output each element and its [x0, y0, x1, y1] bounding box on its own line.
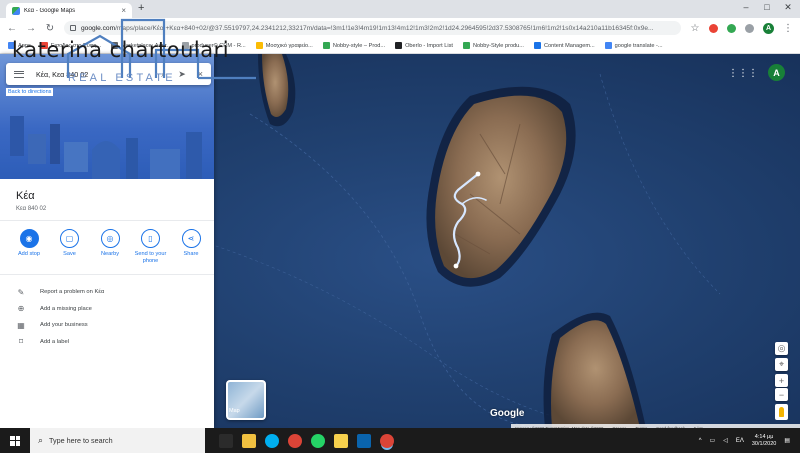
tab-title: Κέα - Google Maps [24, 7, 76, 14]
bookmark-label: Nobby-style – Prod... [332, 42, 386, 49]
back-arrow-icon[interactable]: ← [7, 23, 17, 34]
bookmark-label: Content Managem... [543, 42, 595, 49]
star-icon[interactable]: ☆ [690, 23, 700, 34]
file-explorer-icon[interactable] [242, 433, 256, 448]
add-place-icon: ⊕ [17, 304, 25, 314]
place-address: Κεα 840 02 [16, 206, 47, 212]
taskbar-apps [205, 433, 394, 448]
bookmark-favicon-icon [395, 42, 403, 49]
task-view-icon[interactable] [219, 433, 233, 448]
sticky-notes-icon[interactable] [334, 433, 348, 448]
bookmark-favicon-icon [462, 42, 470, 49]
watermark-title: katerina chartoulari [12, 38, 230, 62]
place-title: Κέα [16, 190, 35, 202]
action-label: Save [63, 251, 76, 257]
taskbar-search[interactable]: ⌕ Type here to search [30, 428, 205, 453]
phone-icon: ▯ [141, 229, 160, 248]
new-tab-button[interactable]: + [138, 2, 144, 14]
report-problem-item[interactable]: ✎ Report a problem on Κέα [16, 284, 206, 301]
windows-logo-icon [10, 435, 20, 446]
apps-grid-icon[interactable]: ⋮⋮⋮ [728, 68, 758, 79]
extension-icon[interactable] [709, 23, 718, 33]
pencil-icon: ✎ [17, 287, 25, 297]
bookmark-favicon-icon [322, 42, 330, 49]
profile-avatar[interactable]: A [763, 22, 774, 34]
back-to-directions-link[interactable]: Back to directions [6, 88, 54, 96]
clock-time: 4:14 μμ [754, 433, 774, 440]
save-button[interactable]: ▢ Save [51, 229, 89, 265]
bookmark-item[interactable]: google translate -... [604, 42, 663, 49]
add-stop-icon: ◉ [19, 229, 39, 248]
business-icon: ▦ [17, 320, 25, 330]
chrome-active-icon[interactable] [380, 433, 394, 448]
menu-icon[interactable] [14, 70, 24, 78]
bookmark-item[interactable]: Content Managem... [533, 42, 595, 49]
add-missing-place-item[interactable]: ⊕ Add a missing place [16, 301, 206, 318]
bookmark-label: Μοσχικό γραφείο... [265, 42, 313, 49]
maximize-button[interactable]: □ [757, 2, 777, 12]
reload-icon[interactable]: ↻ [45, 23, 55, 34]
volume-icon[interactable]: ◁ [723, 437, 728, 444]
more-menu-icon[interactable]: ⋮ [783, 23, 793, 34]
action-label: Share [183, 251, 199, 257]
minimize-button[interactable]: – [736, 2, 756, 12]
network-icon[interactable]: ▭ [710, 437, 716, 444]
chevron-up-icon[interactable]: ^ [699, 438, 702, 444]
action-label: Add stop [17, 251, 41, 257]
taskbar-search-placeholder: Type here to search [49, 436, 113, 445]
nearby-button[interactable]: ◎ Nearby [91, 229, 129, 265]
action-label: Nearby [100, 251, 120, 257]
divider [0, 274, 214, 275]
bookmark-item[interactable]: Nobby-style – Prod... [322, 42, 386, 49]
label-icon: ⌑ [18, 337, 24, 347]
extension-icon[interactable] [745, 23, 754, 33]
place-actions: ◉ Add stop ▢ Save ◎ Nearby ▯ Send to you… [10, 229, 210, 265]
list-item-label: Add your business [40, 322, 88, 329]
outlook-icon[interactable] [357, 433, 371, 448]
nearby-icon: ◎ [100, 229, 120, 248]
extension-icon[interactable] [727, 23, 736, 33]
bookmark-item[interactable]: Oberlo - Import List [395, 42, 453, 49]
action-label: Send to your phone [134, 251, 167, 264]
system-tray: ^ ▭ ◁ ΕΛ 4:14 μμ 30/1/2020 ▤ [699, 434, 800, 448]
forward-arrow-icon[interactable]: → [26, 23, 36, 34]
bookmark-item[interactable]: Nobby-Style produ... [462, 42, 524, 49]
skype-icon[interactable] [265, 433, 279, 448]
clock[interactable]: 4:14 μμ 30/1/2020 [752, 434, 776, 448]
close-window-button[interactable]: ✕ [778, 2, 798, 13]
language-indicator[interactable]: ΕΛ [736, 438, 744, 444]
share-button[interactable]: ⋖ Share [172, 229, 210, 265]
bookmark-favicon-icon [604, 42, 612, 49]
share-icon: ⋖ [181, 229, 201, 248]
google-maps-favicon-icon [12, 6, 20, 15]
divider [0, 220, 214, 221]
list-item-label: Report a problem on Κέα [40, 289, 105, 296]
bookmark-icon: ▢ [60, 229, 79, 248]
bookmark-favicon-icon [533, 42, 541, 49]
account-avatar[interactable]: A [768, 64, 785, 81]
bookmark-label: Nobby-Style produ... [472, 42, 524, 49]
watermark-subtitle: REAL ESTATE [68, 72, 176, 84]
chrome-icon[interactable] [288, 433, 302, 448]
list-item-label: Add a label [40, 338, 70, 345]
notifications-icon[interactable]: ▤ [784, 437, 790, 444]
windows-taskbar: ⌕ Type here to search ^ ▭ ◁ ΕΛ 4:14 μμ 3… [0, 428, 800, 453]
start-button[interactable] [0, 428, 30, 453]
bookmark-item[interactable]: Μοσχικό γραφείο... [255, 42, 313, 49]
suggest-edit-list: ✎ Report a problem on Κέα ⊕ Add a missin… [16, 284, 206, 350]
send-to-phone-button[interactable]: ▯ Send to your phone [132, 229, 170, 265]
list-item-label: Add a missing place [40, 305, 92, 312]
add-business-item[interactable]: ▦ Add your business [16, 317, 206, 334]
whatsapp-icon[interactable] [311, 433, 325, 448]
add-label-item[interactable]: ⌑ Add a label [16, 334, 206, 351]
bookmark-label: google translate -... [614, 42, 663, 49]
add-stop-button[interactable]: ◉ Add stop [10, 229, 48, 265]
bookmark-label: Oberlo - Import List [405, 42, 453, 49]
clock-date: 30/1/2020 [751, 440, 777, 447]
place-side-panel: Κέα, Κεα 840 02 ⌕ ➤ × Back to directions… [0, 54, 214, 428]
search-icon: ⌕ [38, 435, 44, 445]
